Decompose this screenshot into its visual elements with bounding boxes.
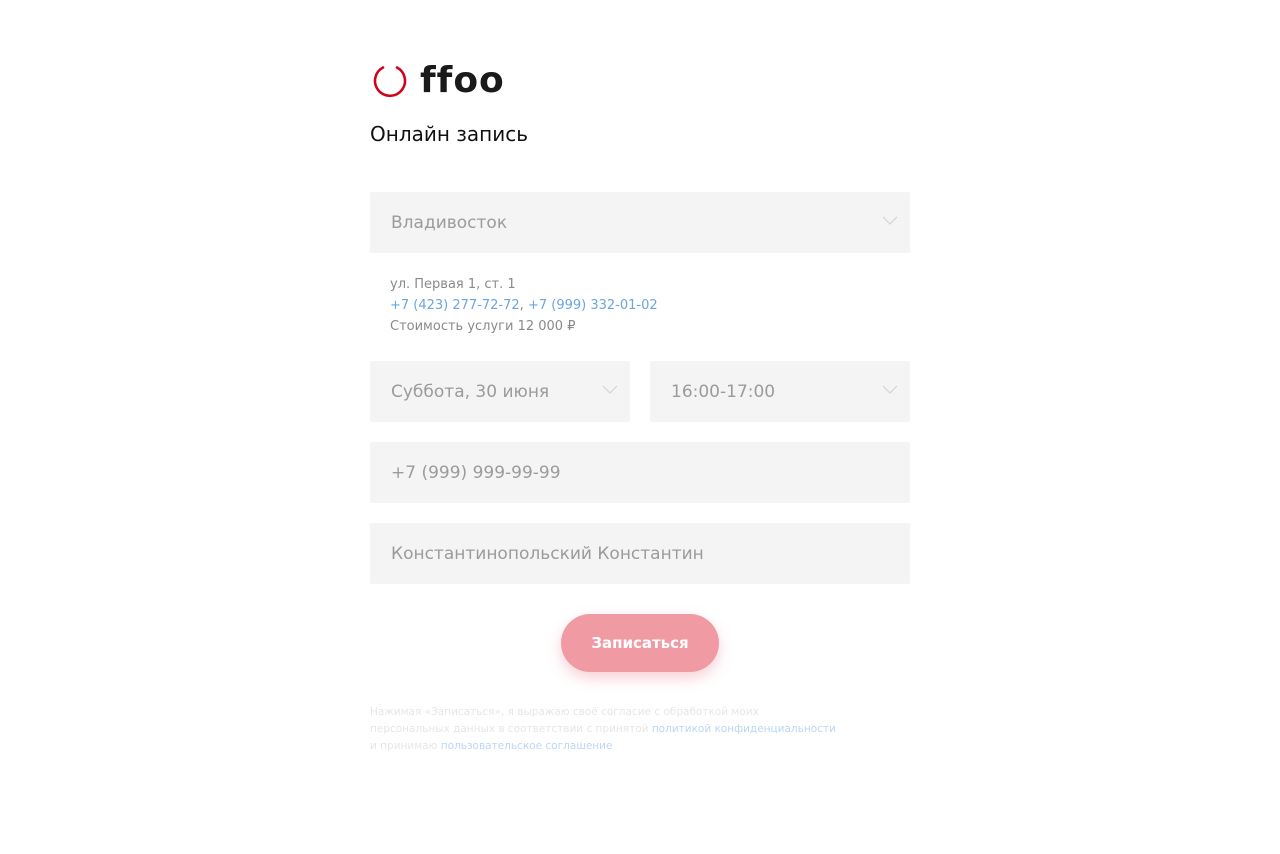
- phone-link-1[interactable]: +7 (423) 277-72-72: [390, 298, 520, 313]
- phone-input-placeholder: +7 (999) 999-99-99: [391, 462, 561, 483]
- phone-input[interactable]: +7 (999) 999-99-99: [370, 442, 910, 503]
- clinic-address: ул. Первая 1, ст. 1: [390, 277, 516, 292]
- date-select-value: Суббота, 30 июня: [391, 381, 550, 402]
- chevron-down-icon: [882, 385, 898, 394]
- date-select[interactable]: Суббота, 30 июня: [370, 361, 630, 422]
- name-input[interactable]: Константинопольский Константин: [370, 523, 910, 584]
- phone-link-2[interactable]: +7 (999) 332-01-02: [528, 298, 658, 313]
- ring-logo-icon: [373, 66, 407, 97]
- brand-name: ffoo: [420, 60, 505, 101]
- brand-logo[interactable]: ffoo: [370, 60, 505, 102]
- service-price: Стоимость услуги 12 000 ₽: [390, 319, 576, 334]
- city-select-value: Владивосток: [391, 212, 508, 233]
- phone-separator: ,: [519, 298, 524, 313]
- privacy-policy-link[interactable]: политикой конфиденциальности: [652, 723, 836, 735]
- clinic-phones: +7 (423) 277-72-72, +7 (999) 332-01-02: [390, 295, 658, 316]
- page-title: Онлайн запись: [370, 122, 529, 146]
- time-select-value: 16:00-17:00: [671, 381, 776, 402]
- consent-text-middle: и принимаю: [370, 740, 441, 752]
- name-input-placeholder: Константинопольский Константин: [391, 543, 704, 564]
- clinic-info: ул. Первая 1, ст. 1 +7 (423) 277-72-72, …: [390, 274, 658, 337]
- user-agreement-link[interactable]: пользовательское соглашение: [441, 740, 613, 752]
- booking-page: ffoo Онлайн запись Владивосток ул. Перва…: [0, 0, 1280, 854]
- time-select[interactable]: 16:00-17:00: [650, 361, 910, 422]
- city-select[interactable]: Владивосток: [370, 192, 910, 253]
- consent-text: Нажимая «Записаться», я выражаю своё сог…: [370, 704, 840, 755]
- submit-button[interactable]: Записаться: [561, 614, 719, 672]
- chevron-down-icon: [602, 385, 618, 394]
- chevron-down-icon: [882, 216, 898, 225]
